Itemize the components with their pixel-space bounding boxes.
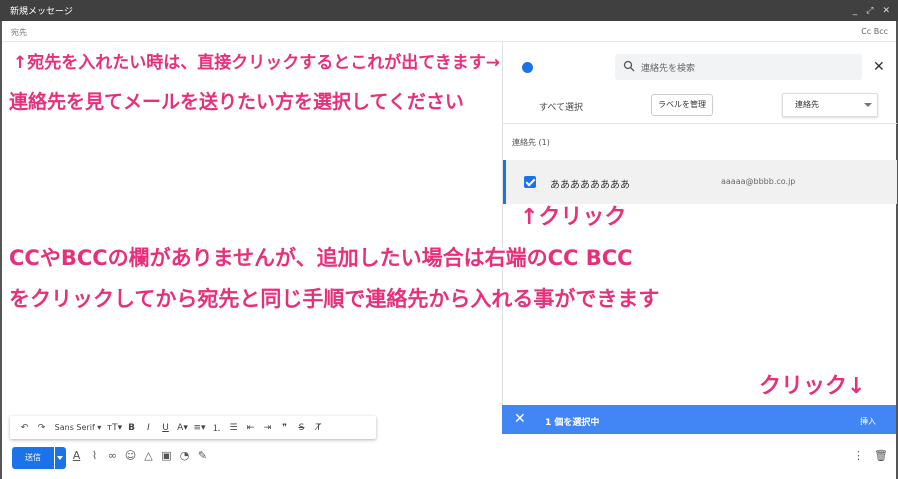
clear-selection-icon[interactable]: ✕ xyxy=(514,411,526,427)
contact-checkbox[interactable] xyxy=(524,176,536,188)
contacts-section-label: 連絡先 (1) xyxy=(512,138,550,147)
undo-icon[interactable]: ↶ xyxy=(16,423,33,433)
emoji-icon[interactable]: ☺ xyxy=(124,449,137,462)
expand-icon[interactable]: ⤢ xyxy=(866,6,873,16)
annotation-ccbcc-hint-1: CCやBCCの欄がありませんが、追加したい場合は右端のCC BCC xyxy=(9,246,633,270)
numbered-list-icon[interactable]: ⒈ xyxy=(208,421,225,434)
attach-icon[interactable]: ⌇ xyxy=(88,449,101,462)
font-size-icon[interactable]: ᴛT▾ xyxy=(106,423,123,433)
bulleted-list-icon[interactable]: ☰ xyxy=(225,423,242,433)
annotation-recipient-hint: ↑宛先を入れたい時は、直接クリックするとこれが出てきます→ xyxy=(13,53,500,73)
contacts-app-icon xyxy=(522,62,533,73)
send-button[interactable]: 送信 xyxy=(12,447,54,469)
signature-icon[interactable]: ✎ xyxy=(196,449,209,462)
bold-icon[interactable]: B xyxy=(123,423,140,433)
dropdown-value: 連絡先 xyxy=(795,100,819,109)
contact-email: aaaaa@bbbb.co.jp xyxy=(721,177,796,186)
close-panel-icon[interactable]: ✕ xyxy=(873,59,885,75)
select-all-label[interactable]: すべて選択 xyxy=(539,100,583,113)
search-icon xyxy=(623,60,635,72)
window-title: 新規メッセージ xyxy=(10,7,73,17)
insert-button[interactable]: 挿入 xyxy=(860,416,876,427)
annotation-select-hint: 連絡先を見てメールを送りたい方を選択してください xyxy=(9,91,464,113)
cc-bcc-link[interactable]: Cc Bcc xyxy=(861,27,888,36)
contact-group-dropdown[interactable]: 連絡先 xyxy=(782,93,878,117)
close-icon[interactable]: ✕ xyxy=(882,6,890,16)
trash-icon[interactable]: 🗑 xyxy=(874,449,888,462)
font-name: Sans Serif xyxy=(54,423,95,432)
underline-icon[interactable]: U xyxy=(157,423,174,433)
link-icon[interactable]: ∞ xyxy=(106,449,119,462)
indent-less-icon[interactable]: ⇤ xyxy=(242,423,259,433)
confidential-icon[interactable]: ◔ xyxy=(178,449,191,462)
bottom-toolbar: A ⌇ ∞ ☺ △ ▣ ◔ ✎ xyxy=(70,449,209,462)
italic-icon[interactable]: I xyxy=(140,423,157,433)
align-icon[interactable]: ≡▾ xyxy=(191,423,208,433)
annotation-click-insert: クリック↓ xyxy=(759,374,866,399)
selection-count: 1 個を選択中 xyxy=(545,418,600,428)
formatting-options-icon[interactable]: A xyxy=(70,449,83,462)
minimize-icon[interactable]: _ xyxy=(853,6,858,16)
contact-search-input[interactable]: 連絡先を検索 xyxy=(641,61,695,74)
manage-labels-button[interactable]: ラベルを管理 xyxy=(651,94,713,116)
selection-bar: ✕ 1 個を選択中 挿入 xyxy=(502,405,896,434)
chevron-down-icon xyxy=(864,103,872,107)
send-options-button[interactable] xyxy=(55,447,66,469)
remove-formatting-icon[interactable]: T̸ xyxy=(310,423,327,433)
compose-titlebar: 新規メッセージ _ ⤢ ✕ xyxy=(0,0,898,21)
bottom-right-actions: ⋮ 🗑 xyxy=(853,449,888,462)
font-select[interactable]: Sans Serif ▾ xyxy=(50,423,106,432)
more-options-icon[interactable]: ⋮ xyxy=(853,449,864,462)
contact-row[interactable]: ああああああああ aaaaa@bbbb.co.jp xyxy=(503,160,897,204)
to-label: 宛先 xyxy=(11,28,27,37)
contact-search-box[interactable]: 連絡先を検索 xyxy=(615,54,862,80)
quote-icon[interactable]: ❞ xyxy=(276,423,293,433)
annotation-click-contact: ↑クリック xyxy=(520,205,627,230)
annotation-ccbcc-hint-2: をクリックしてから宛先と同じ手順で連絡先から入れる事ができます xyxy=(9,287,660,311)
redo-icon[interactable]: ↷ xyxy=(33,423,50,433)
photo-icon[interactable]: ▣ xyxy=(160,449,173,462)
formatting-toolbar: ↶ ↷ Sans Serif ▾ ᴛT▾ B I U A▾ ≡▾ ⒈ ☰ ⇤ ⇥… xyxy=(10,416,376,439)
window-controls: _ ⤢ ✕ xyxy=(853,0,890,21)
text-color-icon[interactable]: A▾ xyxy=(174,423,191,433)
strikethrough-icon[interactable]: S xyxy=(293,423,310,433)
panel-divider xyxy=(503,123,897,124)
drive-icon[interactable]: △ xyxy=(142,449,155,462)
indent-more-icon[interactable]: ⇥ xyxy=(259,423,276,433)
recipient-row[interactable]: 宛先 Cc Bcc xyxy=(0,21,898,42)
contact-name: ああああああああ xyxy=(550,180,630,191)
